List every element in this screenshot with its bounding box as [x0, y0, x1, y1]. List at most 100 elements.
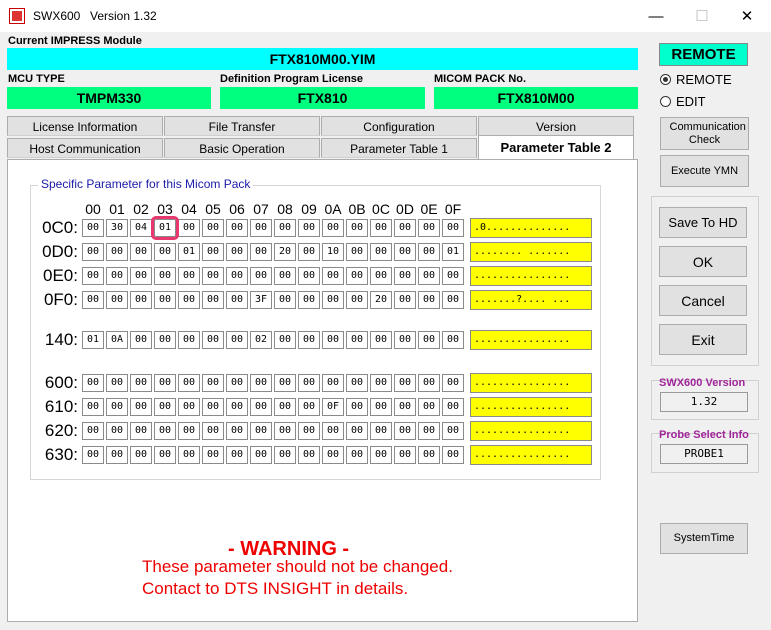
hex-cell[interactable]: 00: [250, 243, 272, 261]
hex-cell[interactable]: 00: [346, 374, 368, 392]
hex-cell[interactable]: 00: [178, 398, 200, 416]
hex-cell[interactable]: 00: [226, 446, 248, 464]
hex-cell[interactable]: 00: [346, 243, 368, 261]
hex-cell[interactable]: 00: [274, 398, 296, 416]
hex-cell[interactable]: 00: [106, 422, 128, 440]
hex-cell[interactable]: 00: [178, 219, 200, 237]
hex-cell[interactable]: 00: [130, 374, 152, 392]
hex-cell[interactable]: 00: [202, 331, 224, 349]
hex-cell[interactable]: 00: [298, 331, 320, 349]
hex-cell[interactable]: 00: [154, 331, 176, 349]
hex-cell[interactable]: 04: [130, 219, 152, 237]
hex-cell[interactable]: 00: [346, 446, 368, 464]
hex-cell[interactable]: 00: [154, 446, 176, 464]
tab-basic-operation[interactable]: Basic Operation: [164, 138, 320, 158]
hex-cell[interactable]: 00: [154, 398, 176, 416]
hex-cell[interactable]: 00: [226, 291, 248, 309]
hex-cell[interactable]: 00: [226, 374, 248, 392]
hex-cell[interactable]: 00: [130, 446, 152, 464]
hex-cell[interactable]: 00: [226, 243, 248, 261]
hex-cell[interactable]: 00: [298, 219, 320, 237]
hex-cell[interactable]: 00: [106, 398, 128, 416]
hex-cell[interactable]: 00: [106, 374, 128, 392]
hex-cell[interactable]: 00: [154, 422, 176, 440]
hex-cell[interactable]: 00: [274, 422, 296, 440]
tab-license-information[interactable]: License Information: [7, 116, 163, 136]
hex-cell[interactable]: 00: [394, 446, 416, 464]
hex-cell[interactable]: 00: [226, 267, 248, 285]
tab-parameter-table-2[interactable]: Parameter Table 2: [478, 135, 634, 159]
hex-cell[interactable]: 00: [274, 291, 296, 309]
hex-cell[interactable]: 00: [394, 422, 416, 440]
hex-cell[interactable]: 00: [322, 219, 344, 237]
exit-button[interactable]: Exit: [659, 324, 747, 355]
hex-cell[interactable]: 00: [106, 267, 128, 285]
hex-cell[interactable]: 00: [130, 267, 152, 285]
hex-cell[interactable]: 00: [394, 219, 416, 237]
hex-cell[interactable]: 00: [82, 374, 104, 392]
cancel-button[interactable]: Cancel: [659, 285, 747, 316]
hex-cell[interactable]: 00: [418, 243, 440, 261]
hex-cell[interactable]: 00: [442, 374, 464, 392]
hex-cell[interactable]: 01: [82, 331, 104, 349]
hex-cell[interactable]: 00: [274, 267, 296, 285]
hex-cell[interactable]: 00: [154, 374, 176, 392]
tab-file-transfer[interactable]: File Transfer: [164, 116, 320, 136]
hex-cell[interactable]: 0A: [106, 331, 128, 349]
hex-cell[interactable]: 00: [298, 267, 320, 285]
tab-parameter-table-1[interactable]: Parameter Table 1: [321, 138, 477, 158]
hex-cell[interactable]: 00: [298, 446, 320, 464]
minimize-icon[interactable]: —: [633, 0, 679, 32]
hex-cell[interactable]: 00: [346, 398, 368, 416]
hex-cell[interactable]: 00: [370, 398, 392, 416]
hex-cell[interactable]: 00: [202, 267, 224, 285]
hex-cell[interactable]: 00: [418, 446, 440, 464]
hex-cell[interactable]: 00: [370, 267, 392, 285]
hex-cell[interactable]: 00: [250, 374, 272, 392]
ok-button[interactable]: OK: [659, 246, 747, 277]
hex-cell[interactable]: 20: [370, 291, 392, 309]
hex-cell[interactable]: 00: [130, 422, 152, 440]
hex-cell[interactable]: 00: [82, 219, 104, 237]
hex-cell[interactable]: 0F: [322, 398, 344, 416]
hex-cell[interactable]: 00: [226, 331, 248, 349]
hex-cell[interactable]: 00: [370, 243, 392, 261]
hex-cell[interactable]: 00: [202, 374, 224, 392]
hex-cell[interactable]: 00: [442, 446, 464, 464]
hex-cell[interactable]: 00: [298, 291, 320, 309]
hex-cell[interactable]: 00: [418, 331, 440, 349]
hex-cell[interactable]: 00: [226, 422, 248, 440]
hex-cell[interactable]: 00: [82, 267, 104, 285]
hex-cell[interactable]: 00: [442, 291, 464, 309]
hex-cell[interactable]: 00: [250, 267, 272, 285]
hex-cell[interactable]: 00: [418, 422, 440, 440]
hex-cell[interactable]: 00: [346, 291, 368, 309]
hex-cell[interactable]: 00: [82, 422, 104, 440]
hex-cell[interactable]: 00: [202, 422, 224, 440]
hex-cell[interactable]: 00: [154, 291, 176, 309]
hex-cell[interactable]: 00: [298, 243, 320, 261]
hex-cell[interactable]: 00: [274, 374, 296, 392]
hex-cell[interactable]: 00: [274, 219, 296, 237]
hex-cell[interactable]: 00: [202, 398, 224, 416]
hex-cell[interactable]: 00: [442, 398, 464, 416]
hex-cell[interactable]: 00: [394, 331, 416, 349]
hex-cell[interactable]: 00: [370, 331, 392, 349]
hex-cell[interactable]: 00: [346, 331, 368, 349]
communication-check-button[interactable]: Communication Check: [660, 117, 749, 150]
hex-cell[interactable]: 00: [298, 422, 320, 440]
hex-cell[interactable]: 00: [250, 398, 272, 416]
hex-cell[interactable]: 00: [82, 243, 104, 261]
hex-cell[interactable]: 02: [250, 331, 272, 349]
hex-cell[interactable]: 00: [202, 291, 224, 309]
hex-cell[interactable]: 00: [82, 446, 104, 464]
hex-cell[interactable]: 00: [298, 374, 320, 392]
hex-cell[interactable]: 00: [322, 422, 344, 440]
hex-cell[interactable]: 00: [202, 446, 224, 464]
hex-cell[interactable]: 00: [442, 331, 464, 349]
hex-cell[interactable]: 00: [250, 422, 272, 440]
hex-cell[interactable]: 00: [202, 243, 224, 261]
hex-cell[interactable]: 10: [322, 243, 344, 261]
hex-cell[interactable]: 00: [394, 267, 416, 285]
hex-cell-selected[interactable]: 01: [151, 216, 179, 240]
